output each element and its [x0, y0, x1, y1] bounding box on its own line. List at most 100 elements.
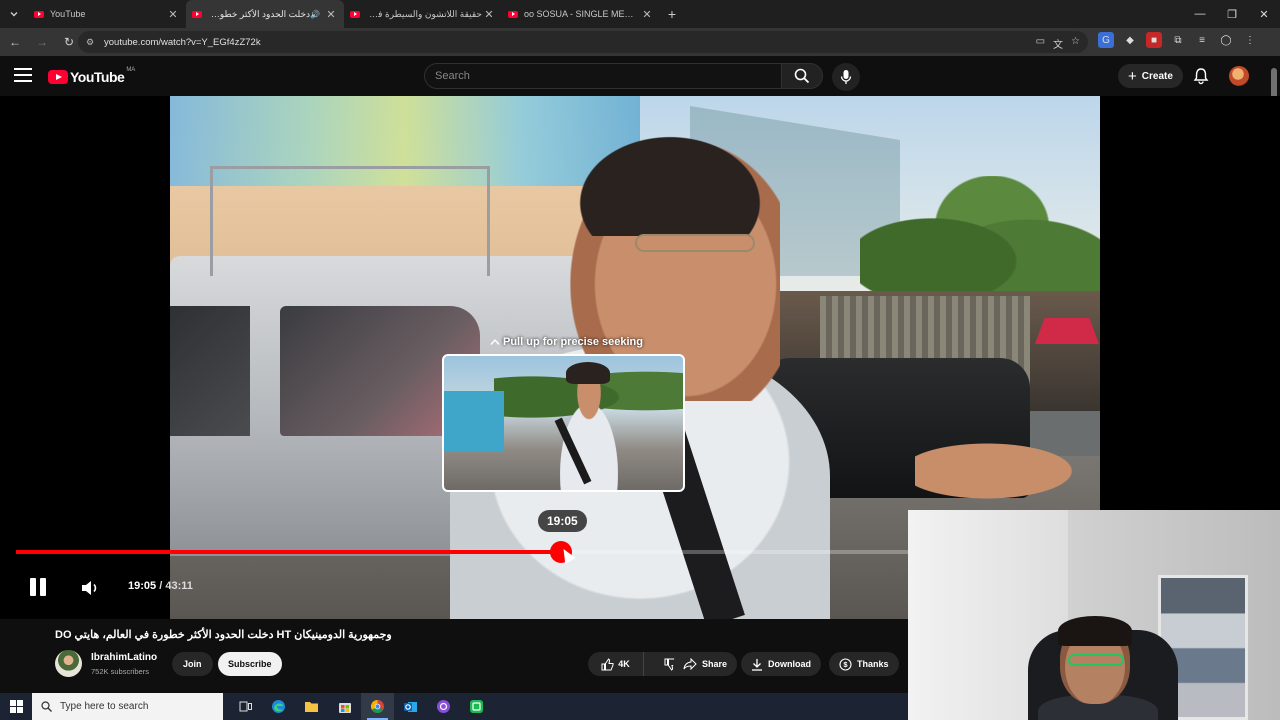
player-controls: 19:05 / 43:11 — [0, 570, 908, 610]
webcam-person-glasses — [1068, 654, 1124, 666]
outlook-icon[interactable] — [394, 693, 427, 720]
browser-tab-youtube[interactable]: YouTube ✕ — [28, 0, 186, 28]
video-duration: 43:11 — [165, 580, 193, 592]
download-button[interactable]: Download — [741, 652, 821, 676]
like-count: 4K — [618, 659, 630, 669]
close-icon[interactable]: ✕ — [482, 8, 496, 21]
puzzle-extensions-icon[interactable]: ⧉ — [1170, 32, 1186, 48]
chevron-up-icon — [490, 338, 500, 345]
restore-icon[interactable]: ❐ — [1216, 0, 1248, 28]
window-controls: — ❐ ✕ — [1184, 0, 1280, 28]
create-button[interactable]: + Create — [1118, 64, 1183, 88]
back-arrow-icon[interactable]: ← — [3, 30, 27, 54]
diamond-extension-icon[interactable]: ◆ — [1122, 32, 1138, 48]
browser-tab-sosua[interactable]: oo SOSUA - SINGLE MEN'S PAR... ✕ — [502, 0, 660, 28]
task-view-icon[interactable] — [229, 693, 262, 720]
seek-preview-thumbnail — [442, 354, 685, 492]
translate-icon[interactable]: 文 — [1053, 36, 1063, 51]
progress-bar-played — [16, 550, 561, 554]
volume-icon[interactable] — [80, 578, 102, 598]
video-red-canopy — [1035, 318, 1099, 344]
video-person-glasses — [635, 234, 755, 252]
youtube-favicon-icon — [508, 10, 518, 18]
browser-tab-arabic-video[interactable]: حقيقة اللاتشون والسيطرة في م... ✕ — [344, 0, 502, 28]
youtube-logo[interactable]: YouTube MA — [48, 67, 135, 85]
pause-icon[interactable] — [30, 578, 48, 598]
browser-tab-current-video[interactable]: دخلت الحدود الأكثر خطورة في... 🔊 ✕ — [186, 0, 344, 28]
microsoft-store-icon[interactable] — [328, 693, 361, 720]
download-icon — [752, 658, 762, 671]
thanks-label: Thanks — [857, 659, 889, 669]
search-button[interactable] — [781, 63, 823, 89]
video-roof-rack — [210, 166, 490, 276]
search-box — [424, 63, 782, 89]
channel-row: IbrahimLatino 752K subscribers Join Subs… — [55, 648, 915, 682]
translate-extension-icon[interactable]: G — [1098, 32, 1114, 48]
chrome-browser-icon[interactable] — [361, 693, 394, 720]
subscribe-button[interactable]: Subscribe — [218, 652, 282, 676]
file-explorer-icon[interactable] — [295, 693, 328, 720]
tab-title: حقيقة اللاتشون والسيطرة في م... — [366, 8, 482, 19]
new-tab-button[interactable]: + — [660, 6, 684, 22]
start-button[interactable] — [0, 693, 32, 720]
progress-bar[interactable] — [16, 550, 908, 554]
install-app-icon[interactable]: ▭ — [1036, 36, 1045, 51]
webcam-person-hair — [1058, 616, 1132, 646]
video-person-hair — [565, 126, 775, 236]
search-icon — [794, 68, 810, 84]
share-label: Share — [702, 659, 728, 669]
media-controls-icon[interactable]: ≡ — [1194, 32, 1210, 48]
youtube-favicon-icon — [350, 10, 360, 18]
search-input[interactable] — [435, 70, 781, 82]
create-label: Create — [1141, 70, 1173, 82]
webcam-overlay — [908, 510, 1280, 720]
taskbar-search-box[interactable] — [32, 693, 223, 720]
bookmark-star-icon[interactable]: ☆ — [1071, 36, 1080, 51]
channel-name[interactable]: IbrahimLatino — [91, 652, 157, 663]
close-icon[interactable]: ✕ — [640, 8, 654, 21]
notifications-bell-icon[interactable] — [1192, 67, 1210, 85]
minimize-icon[interactable]: — — [1184, 0, 1216, 28]
tab-title: YouTube — [50, 9, 86, 19]
subscriber-count: 752K subscribers — [91, 667, 149, 676]
green-app-icon[interactable] — [460, 693, 493, 720]
windows-logo-icon — [9, 700, 23, 713]
channel-avatar[interactable] — [55, 650, 82, 677]
video-person-hand — [915, 436, 1095, 506]
thanks-button[interactable]: $ Thanks — [829, 652, 899, 676]
preview-person-hair — [566, 362, 610, 384]
site-info-icon[interactable]: ⚙ — [86, 37, 98, 48]
profile-icon[interactable]: ◯ — [1218, 32, 1234, 48]
tab-search-button[interactable] — [0, 0, 28, 28]
address-bar[interactable]: ⚙ youtube.com/watch?v=Y_EGf4zZ72k ▭ 文 ☆ — [78, 31, 1088, 53]
join-button[interactable]: Join — [172, 652, 213, 676]
close-window-icon[interactable]: ✕ — [1248, 0, 1280, 28]
precise-seek-hint: Pull up for precise seeking — [490, 336, 643, 348]
tab-title: oo SOSUA - SINGLE MEN'S PAR... — [524, 9, 640, 19]
red-extension-icon[interactable]: ■ — [1146, 32, 1162, 48]
close-icon[interactable]: ✕ — [324, 8, 338, 21]
account-avatar[interactable] — [1229, 66, 1249, 86]
seek-hint-text: Pull up for precise seeking — [503, 336, 643, 348]
close-icon[interactable]: ✕ — [166, 8, 180, 21]
browser-tab-strip: YouTube ✕ دخلت الحدود الأكثر خطورة في...… — [0, 0, 1280, 28]
like-button[interactable]: 4K — [588, 652, 644, 676]
video-title: وجمهورية الدومينيكان HT دخلت الحدود الأك… — [55, 629, 392, 641]
chat-app-icon[interactable] — [427, 693, 460, 720]
super-thanks-icon: $ — [839, 657, 852, 671]
omnibox-actions: ▭ 文 ☆ — [1036, 36, 1080, 51]
kebab-menu-icon[interactable]: ⋮ — [1242, 32, 1258, 48]
forward-arrow-icon[interactable]: → — [30, 30, 54, 54]
voice-search-button[interactable] — [832, 63, 860, 91]
taskbar-search-input[interactable] — [60, 701, 210, 712]
share-button[interactable]: Share — [673, 652, 738, 676]
time-separator: / — [159, 580, 163, 592]
tab-title: دخلت الحدود الأكثر خطورة في... — [208, 8, 311, 19]
edge-browser-icon[interactable] — [262, 693, 295, 720]
extension-icons: G ◆ ■ ⧉ ≡ ◯ ⋮ — [1098, 32, 1258, 48]
hamburger-menu-icon[interactable] — [14, 68, 32, 82]
preview-blue-wall — [444, 391, 504, 451]
search-icon — [41, 701, 52, 712]
url-text: youtube.com/watch?v=Y_EGf4zZ72k — [104, 36, 261, 48]
speaker-icon[interactable]: 🔊 — [310, 10, 320, 19]
